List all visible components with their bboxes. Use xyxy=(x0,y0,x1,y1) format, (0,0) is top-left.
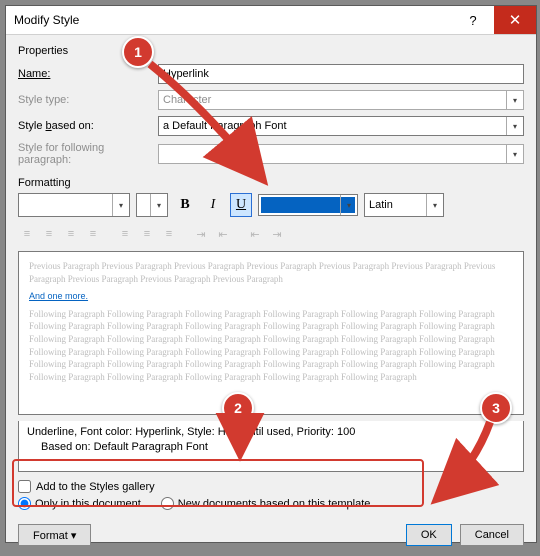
preview-pane: Previous Paragraph Previous Paragraph Pr… xyxy=(18,251,524,415)
spacing-icon: ≡ xyxy=(138,225,156,243)
chevron-down-icon: ▾ xyxy=(506,91,523,109)
spacing-icon: ≡ xyxy=(160,225,178,243)
indent-icon: ⇤ xyxy=(214,225,232,243)
preview-sample-link: And one more. xyxy=(29,290,513,303)
based-on-label: Style based on: xyxy=(18,120,94,132)
following-select: ▾ xyxy=(158,144,524,164)
align-left-icon: ≡ xyxy=(18,225,36,243)
chevron-down-icon: ▾ xyxy=(506,145,523,163)
type-label: Style type: xyxy=(18,94,158,106)
indent-icon: ⇤ xyxy=(246,225,264,243)
modify-style-dialog: Modify Style ? ✕ Properties Name: Style … xyxy=(5,5,537,543)
formatting-label: Formatting xyxy=(18,177,524,189)
close-button[interactable]: ✕ xyxy=(494,6,536,34)
indent-icon: ⇥ xyxy=(192,225,210,243)
underline-button[interactable]: U xyxy=(230,193,252,217)
chevron-down-icon[interactable]: ▾ xyxy=(506,117,523,135)
align-center-icon: ≡ xyxy=(40,225,58,243)
format-button[interactable]: Format ▾ xyxy=(18,524,91,546)
chevron-down-icon[interactable]: ▾ xyxy=(340,195,357,215)
ok-button[interactable]: OK xyxy=(406,524,452,546)
font-name-select[interactable]: ▾ xyxy=(18,193,130,217)
name-label: Name: xyxy=(18,68,50,80)
font-color-select[interactable]: ▾ xyxy=(258,194,358,216)
following-label: Style for following paragraph: xyxy=(18,142,158,166)
cancel-button[interactable]: Cancel xyxy=(460,524,524,546)
titlebar: Modify Style ? ✕ xyxy=(6,6,536,35)
properties-label: Properties xyxy=(18,45,524,57)
indent-icon: ⇥ xyxy=(268,225,286,243)
only-this-document-radio[interactable]: Only in this document xyxy=(18,497,141,510)
chevron-down-icon[interactable]: ▾ xyxy=(112,194,129,216)
add-to-gallery-checkbox[interactable]: Add to the Styles gallery xyxy=(18,480,524,493)
new-documents-radio[interactable]: New documents based on this template xyxy=(161,497,371,510)
align-right-icon: ≡ xyxy=(62,225,80,243)
italic-button[interactable]: I xyxy=(202,193,224,217)
font-size-select[interactable]: ▾ xyxy=(136,193,168,217)
script-select[interactable]: Latin▾ xyxy=(364,193,444,217)
spacing-icon: ≡ xyxy=(116,225,134,243)
chevron-down-icon[interactable]: ▾ xyxy=(426,194,443,216)
align-justify-icon: ≡ xyxy=(84,225,102,243)
help-button[interactable]: ? xyxy=(452,6,494,34)
paragraph-toolbar: ≡ ≡ ≡ ≡ ≡ ≡ ≡ ⇥ ⇤ ⇤ ⇥ xyxy=(18,225,524,243)
name-input[interactable] xyxy=(158,64,524,84)
based-on-select[interactable]: a Default Paragraph Font▾ xyxy=(158,116,524,136)
type-select: Character▾ xyxy=(158,90,524,110)
chevron-down-icon[interactable]: ▾ xyxy=(150,194,167,216)
bold-button[interactable]: B xyxy=(174,193,196,217)
style-description: Underline, Font color: Hyperlink, Style:… xyxy=(18,421,524,472)
dialog-title: Modify Style xyxy=(6,13,452,27)
